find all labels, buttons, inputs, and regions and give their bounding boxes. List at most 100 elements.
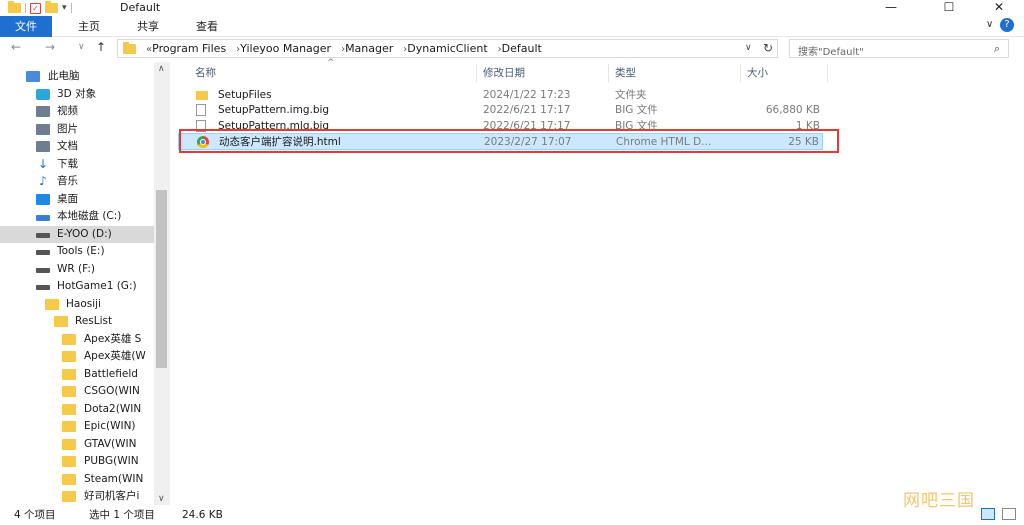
column-header-date[interactable]: 修改日期 [483,62,525,84]
breadcrumb: «Program Files ›Yileyoo Manager ›Manager ›D… [146,42,542,55]
sidebar-item-folder[interactable]: Epic(WIN) [0,418,154,435]
download-icon: ↓ [37,157,49,171]
close-button[interactable]: ✕ [976,0,1022,16]
sidebar-item-videos[interactable]: 视频 [0,103,154,120]
breadcrumb-item[interactable]: DynamicClient [407,42,487,55]
ribbon-tabs: 文件 主页 共享 查看 ∨ ? [0,16,1024,37]
desktop-icon [36,194,50,205]
sidebar-item-reslist[interactable]: ResList [0,313,154,330]
folder-icon [45,299,59,310]
large-icons-view-icon[interactable] [1001,508,1016,520]
breadcrumb-item[interactable]: Yileyoo Manager [240,42,331,55]
column-header-name[interactable]: 名称 [195,62,216,84]
sidebar-item-folder[interactable]: Apex英雄(W [0,348,154,365]
tab-home[interactable]: 主页 [66,16,112,37]
new-folder-icon[interactable] [45,1,58,13]
sidebar-item-music[interactable]: ♪ 音乐 [0,173,154,190]
expand-ribbon-icon[interactable]: ∨ [986,19,993,30]
tab-file[interactable]: 文件 [0,16,52,37]
address-bar[interactable]: «Program Files ›Yileyoo Manager ›Manager ›D… [117,39,778,58]
music-icon: ♪ [39,174,47,188]
customize-toolbar-icon[interactable]: ▾ [62,3,67,13]
sort-ascending-icon: ^ [327,58,335,68]
column-divider[interactable] [827,64,828,82]
title-bar: ✓ ▾ Default — ☐ ✕ [0,0,1024,16]
folder-icon [62,404,76,415]
file-date: 2022/6/21 17:17 [483,104,571,116]
file-date: 2024/1/22 17:23 [483,89,571,101]
back-button[interactable]: ← [11,40,21,54]
folder-icon [123,42,136,54]
sidebar-item-desktop[interactable]: 桌面 [0,191,154,208]
sidebar-item-downloads[interactable]: ↓ 下载 [0,156,154,173]
sidebar-item-drive-c[interactable]: 本地磁盘 (C:) [0,208,154,225]
details-view-icon[interactable] [981,508,995,520]
help-icon[interactable]: ? [1000,18,1014,32]
folder-icon[interactable] [8,1,21,13]
selected-size: 24.6 KB [182,509,223,521]
item-count: 4 个项目 [14,509,56,521]
sidebar-item-folder[interactable]: Battlefield [0,366,154,383]
column-divider[interactable] [608,64,609,82]
drive-icon [36,285,50,290]
drive-icon [36,233,50,238]
refresh-icon[interactable]: ↻ [763,41,773,55]
sidebar-item-folder[interactable]: GTAV(WIN [0,436,154,453]
sidebar-item-drive-e[interactable]: Tools (E:) [0,243,154,260]
scroll-down-icon[interactable]: ∨ [158,494,165,504]
sidebar-item-documents[interactable]: 文档 [0,138,154,155]
folder-icon [62,456,76,467]
sidebar-item-folder[interactable]: Steam(WIN [0,471,154,488]
column-divider[interactable] [476,64,477,82]
column-header-type[interactable]: 类型 [615,62,636,84]
drive-icon [36,250,50,255]
address-dropdown-icon[interactable]: ∨ [745,43,752,53]
sidebar-item-drive-d[interactable]: E-YOO (D:) [0,226,154,243]
sidebar-item-3d-objects[interactable]: 3D 对象 [0,86,154,103]
watermark-text: 网吧三国 [903,491,975,511]
scrollbar-thumb[interactable] [156,190,167,368]
folder-icon [62,439,76,450]
breadcrumb-item[interactable]: Program Files [152,42,226,55]
file-row[interactable]: SetupFiles 2024/1/22 17:23 文件夹 [178,87,823,103]
search-input[interactable]: 搜索"Default" ⌕ [789,39,1009,58]
forward-button[interactable]: → [45,40,55,54]
tab-view[interactable]: 查看 [184,16,230,37]
cube-icon [36,89,50,100]
file-size: 66,880 KB [765,104,820,116]
breadcrumb-item[interactable]: Default [502,42,542,55]
sidebar-item-this-pc[interactable]: 此电脑 [0,68,154,85]
separator [25,3,26,13]
tab-share[interactable]: 共享 [125,16,171,37]
properties-icon[interactable]: ✓ [30,2,41,14]
breadcrumb-item[interactable]: Manager [345,42,393,55]
maximize-button[interactable]: ☐ [926,0,972,16]
selected-count: 选中 1 个项目 [89,509,155,521]
folder-icon [62,491,76,502]
minimize-button[interactable]: — [868,0,914,16]
column-header-size[interactable]: 大小 [747,62,768,84]
file-name: SetupPattern.img.big [218,104,330,116]
search-placeholder: 搜索"Default" [798,47,864,58]
sidebar-item-folder[interactable]: CSGO(WIN [0,383,154,400]
status-bar: 4 个项目 选中 1 个项目 24.6 KB [0,505,1024,525]
search-icon[interactable]: ⌕ [994,42,1000,56]
computer-icon [26,71,40,82]
column-divider[interactable] [740,64,741,82]
file-type: 文件夹 [615,89,647,101]
sidebar-item-folder[interactable]: 好司机客户i [0,488,154,505]
folder-icon [62,386,76,397]
sidebar-item-pictures[interactable]: 图片 [0,121,154,138]
sidebar-item-haosiji[interactable]: Haosiji [0,296,154,313]
sidebar-item-drive-f[interactable]: WR (F:) [0,261,154,278]
sidebar-item-folder[interactable]: Dota2(WIN [0,401,154,418]
sidebar-item-drive-g[interactable]: HotGame1 (G:) [0,278,154,295]
file-row[interactable]: SetupPattern.img.big 2022/6/21 17:17 BIG… [178,102,823,118]
sidebar-item-folder[interactable]: Apex英雄 S [0,331,154,348]
sidebar-item-folder[interactable]: PUBG(WIN [0,453,154,470]
file-name: SetupFiles [218,89,272,101]
recent-locations-button[interactable]: ∨ [78,42,85,52]
scroll-up-icon[interactable]: ∧ [158,64,165,74]
up-button[interactable]: ↑ [96,40,106,54]
folder-icon [62,334,76,345]
